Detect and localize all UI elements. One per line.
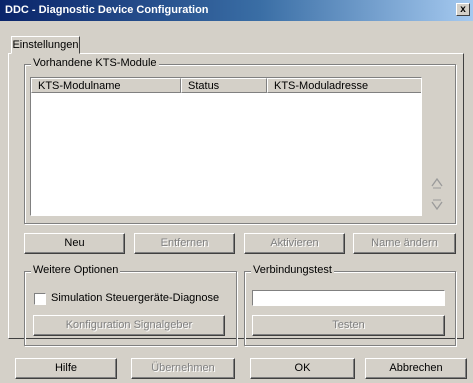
listview-header: KTS-Modulname Status KTS-Moduladresse	[31, 78, 421, 93]
cancel-button[interactable]: Abbrechen	[365, 358, 467, 379]
connection-field[interactable]	[252, 290, 445, 306]
connection-group-label: Verbindungstest	[251, 264, 334, 276]
activate-button[interactable]: Aktivieren	[244, 233, 345, 254]
new-button[interactable]: Neu	[24, 233, 125, 254]
tab-einstellungen[interactable]: Einstellungen	[11, 36, 80, 54]
title-bar[interactable]: DDC - Diagnostic Device Configuration x	[0, 0, 473, 21]
modules-group-label: Vorhandene KTS-Module	[31, 57, 159, 69]
help-button[interactable]: Hilfe	[15, 358, 117, 379]
rename-button[interactable]: Name ändern	[353, 233, 456, 254]
apply-button[interactable]: Übernehmen	[131, 358, 235, 379]
test-button[interactable]: Testen	[252, 315, 445, 336]
simulation-checkbox-label: Simulation Steuergeräte-Diagnose	[51, 292, 220, 304]
chevron-down-icon[interactable]	[430, 198, 444, 212]
ok-button[interactable]: OK	[250, 358, 355, 379]
signal-config-button[interactable]: Konfiguration Signalgeber	[33, 315, 225, 336]
remove-button[interactable]: Entfernen	[134, 233, 235, 254]
column-header-modulname[interactable]: KTS-Modulname	[31, 78, 181, 93]
column-header-moduladresse[interactable]: KTS-Moduladresse	[267, 78, 421, 93]
column-header-status[interactable]: Status	[181, 78, 267, 93]
simulation-checkbox[interactable]	[34, 293, 46, 305]
close-button[interactable]: x	[456, 3, 470, 16]
chevron-up-icon[interactable]	[430, 176, 444, 190]
options-group-label: Weitere Optionen	[31, 264, 121, 276]
window-title: DDC - Diagnostic Device Configuration	[5, 4, 209, 16]
modules-listview[interactable]: KTS-Modulname Status KTS-Moduladresse	[30, 77, 422, 216]
